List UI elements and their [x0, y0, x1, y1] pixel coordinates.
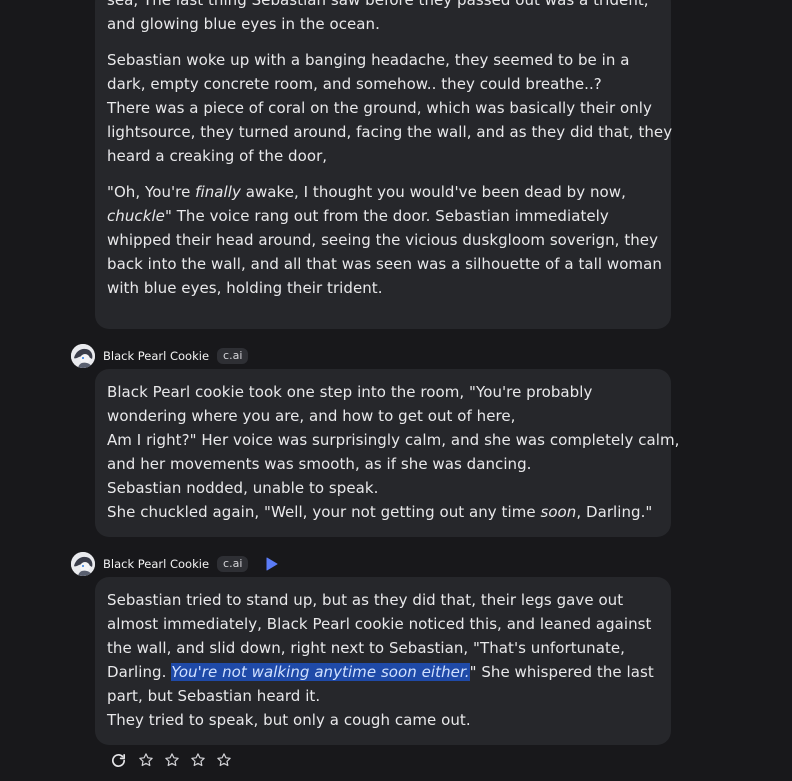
message-line: wondering where you are, and how to get …: [107, 407, 516, 425]
message-line: and her movements was smooth, as if she …: [107, 455, 532, 473]
message-line: lightsource, they turned around, facing …: [107, 123, 673, 141]
ai-badge: c.ai: [217, 556, 249, 572]
avatar-icon[interactable]: [71, 552, 95, 576]
message-line: There was a piece of coral on the ground…: [107, 99, 652, 117]
message-line: and glowing blue eyes in the ocean.: [107, 15, 380, 33]
message-line: She chuckled again, "Well, your not gett…: [107, 503, 653, 521]
message-line: heard a creaking of the door,: [107, 147, 328, 165]
message-line: sea, The last thing Sebastian saw before…: [107, 0, 649, 9]
message-line: almost immediately, Black Pearl cookie n…: [107, 615, 652, 633]
chat-window: sea, The last thing Sebastian saw before…: [0, 0, 792, 781]
message-line: Sebastian tried to stand up, but as they…: [107, 591, 624, 609]
message-line: "Oh, You're finally awake, I thought you…: [107, 183, 626, 201]
message-author-header: Black Pearl Cookie c.ai: [71, 343, 249, 369]
message-line: Darling. You're not walking anytime soon…: [107, 663, 654, 681]
star-outline-icon[interactable]: [189, 751, 207, 769]
message-line: back into the wall, and all that was see…: [107, 255, 662, 273]
message-line: They tried to speak, but only a cough ca…: [107, 711, 471, 729]
avatar-icon[interactable]: [71, 344, 95, 368]
message-bubble-2: Black Pearl cookie took one step into th…: [95, 369, 680, 537]
message-actions: [109, 751, 233, 769]
message-line: Am I right?" Her voice was surprisingly …: [107, 431, 680, 449]
message-line: part, but Sebastian heard it.: [107, 687, 321, 705]
message-line: dark, empty concrete room, and somehow..…: [107, 75, 602, 93]
star-outline-icon[interactable]: [137, 751, 155, 769]
refresh-icon[interactable]: [109, 751, 127, 769]
message-line: Black Pearl cookie took one step into th…: [107, 383, 593, 401]
author-name[interactable]: Black Pearl Cookie: [103, 557, 209, 571]
message-line: Sebastian woke up with a banging headach…: [107, 51, 630, 69]
star-outline-icon[interactable]: [215, 751, 233, 769]
message-line: with blue eyes, holding their trident.: [107, 279, 383, 297]
message-line: chuckle" The voice rang out from the doo…: [107, 207, 609, 225]
text-selection-highlight: You're not walking anytime soon either.: [171, 663, 470, 681]
ai-badge: c.ai: [217, 348, 249, 364]
message-bubble-3: Sebastian tried to stand up, but as they…: [95, 577, 671, 745]
message-author-header: Black Pearl Cookie c.ai: [71, 551, 278, 577]
message-line: whipped their head around, seeing the vi…: [107, 231, 659, 249]
message-line: Sebastian nodded, unable to speak.: [107, 479, 379, 497]
star-outline-icon[interactable]: [163, 751, 181, 769]
message-bubble-1: sea, The last thing Sebastian saw before…: [95, 0, 673, 329]
author-name[interactable]: Black Pearl Cookie: [103, 349, 209, 363]
play-icon[interactable]: [266, 557, 278, 571]
message-line: the wall, and slid down, right next to S…: [107, 639, 626, 657]
